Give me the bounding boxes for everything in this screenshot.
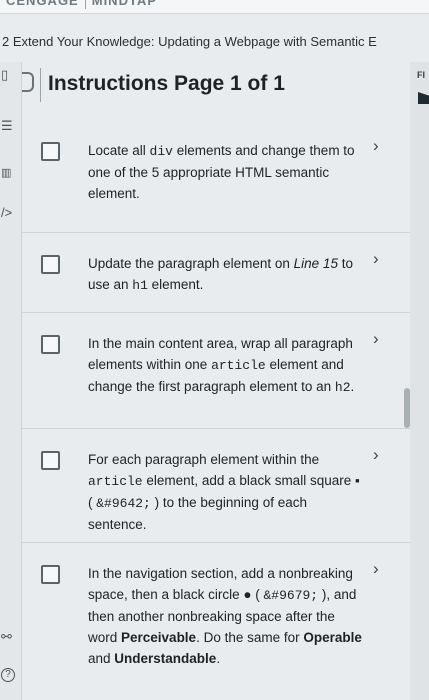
- chevron-right-icon[interactable]: ›: [373, 136, 379, 156]
- header-divider: [40, 68, 41, 102]
- share-icon[interactable]: ⚯: [1, 630, 12, 644]
- task-checkbox[interactable]: [41, 565, 60, 584]
- menu-icon[interactable]: ☰: [1, 119, 13, 133]
- toggle-icon[interactable]: ▯: [1, 68, 8, 82]
- task-text: Update the paragraph element on Line 15 …: [88, 256, 353, 293]
- task-checkbox[interactable]: [41, 142, 60, 161]
- task-checkbox[interactable]: [41, 255, 60, 274]
- task-item[interactable]: In the main content area, wrap all parag…: [22, 313, 410, 429]
- chevron-right-icon[interactable]: ›: [373, 559, 379, 579]
- scrollbar-thumb[interactable]: [404, 388, 410, 428]
- page-title: Instructions Page 1 of 1: [48, 72, 285, 95]
- code-icon[interactable]: />: [1, 206, 12, 220]
- task-text: In the main content area, wrap all parag…: [88, 336, 355, 395]
- task-item[interactable]: For each paragraph element within the ar…: [22, 429, 410, 543]
- task-item[interactable]: In the navigation section, add a nonbrea…: [22, 543, 410, 700]
- panel-toggle-icon[interactable]: [22, 72, 34, 92]
- task-item[interactable]: Update the paragraph element on Line 15 …: [22, 233, 410, 313]
- instructions-header: Instructions Page 1 of 1: [22, 62, 410, 112]
- chevron-right-icon[interactable]: ›: [373, 445, 379, 465]
- right-rail-label[interactable]: FI: [417, 70, 425, 80]
- brand-logo: CENGAGE MINDTAP: [6, 0, 157, 9]
- chevron-right-icon[interactable]: ›: [373, 249, 379, 269]
- task-text: For each paragraph element within the ar…: [88, 452, 360, 532]
- small-square-glyph: ▪: [354, 473, 360, 488]
- task-checkbox[interactable]: [41, 335, 60, 354]
- chevron-right-icon[interactable]: ›: [373, 329, 379, 349]
- black-circle-glyph: ●: [243, 587, 252, 602]
- brand-bar: CENGAGE MINDTAP: [0, 0, 429, 14]
- flag-icon[interactable]: [418, 92, 429, 104]
- help-icon[interactable]: ?: [1, 668, 15, 682]
- task-text: In the navigation section, add a nonbrea…: [88, 566, 362, 666]
- left-rail: ▯ ☰ ▥ /> ⚯ ?: [0, 62, 22, 700]
- task-list: Locate all div elements and change them …: [22, 120, 410, 700]
- chart-icon[interactable]: ▥: [1, 166, 11, 180]
- task-checkbox[interactable]: [41, 451, 60, 470]
- breadcrumb: 2 Extend Your Knowledge: Updating a Webp…: [2, 34, 377, 49]
- task-item[interactable]: Locate all div elements and change them …: [22, 120, 410, 233]
- right-rail: FI: [410, 62, 429, 700]
- task-text: Locate all div elements and change them …: [88, 143, 355, 201]
